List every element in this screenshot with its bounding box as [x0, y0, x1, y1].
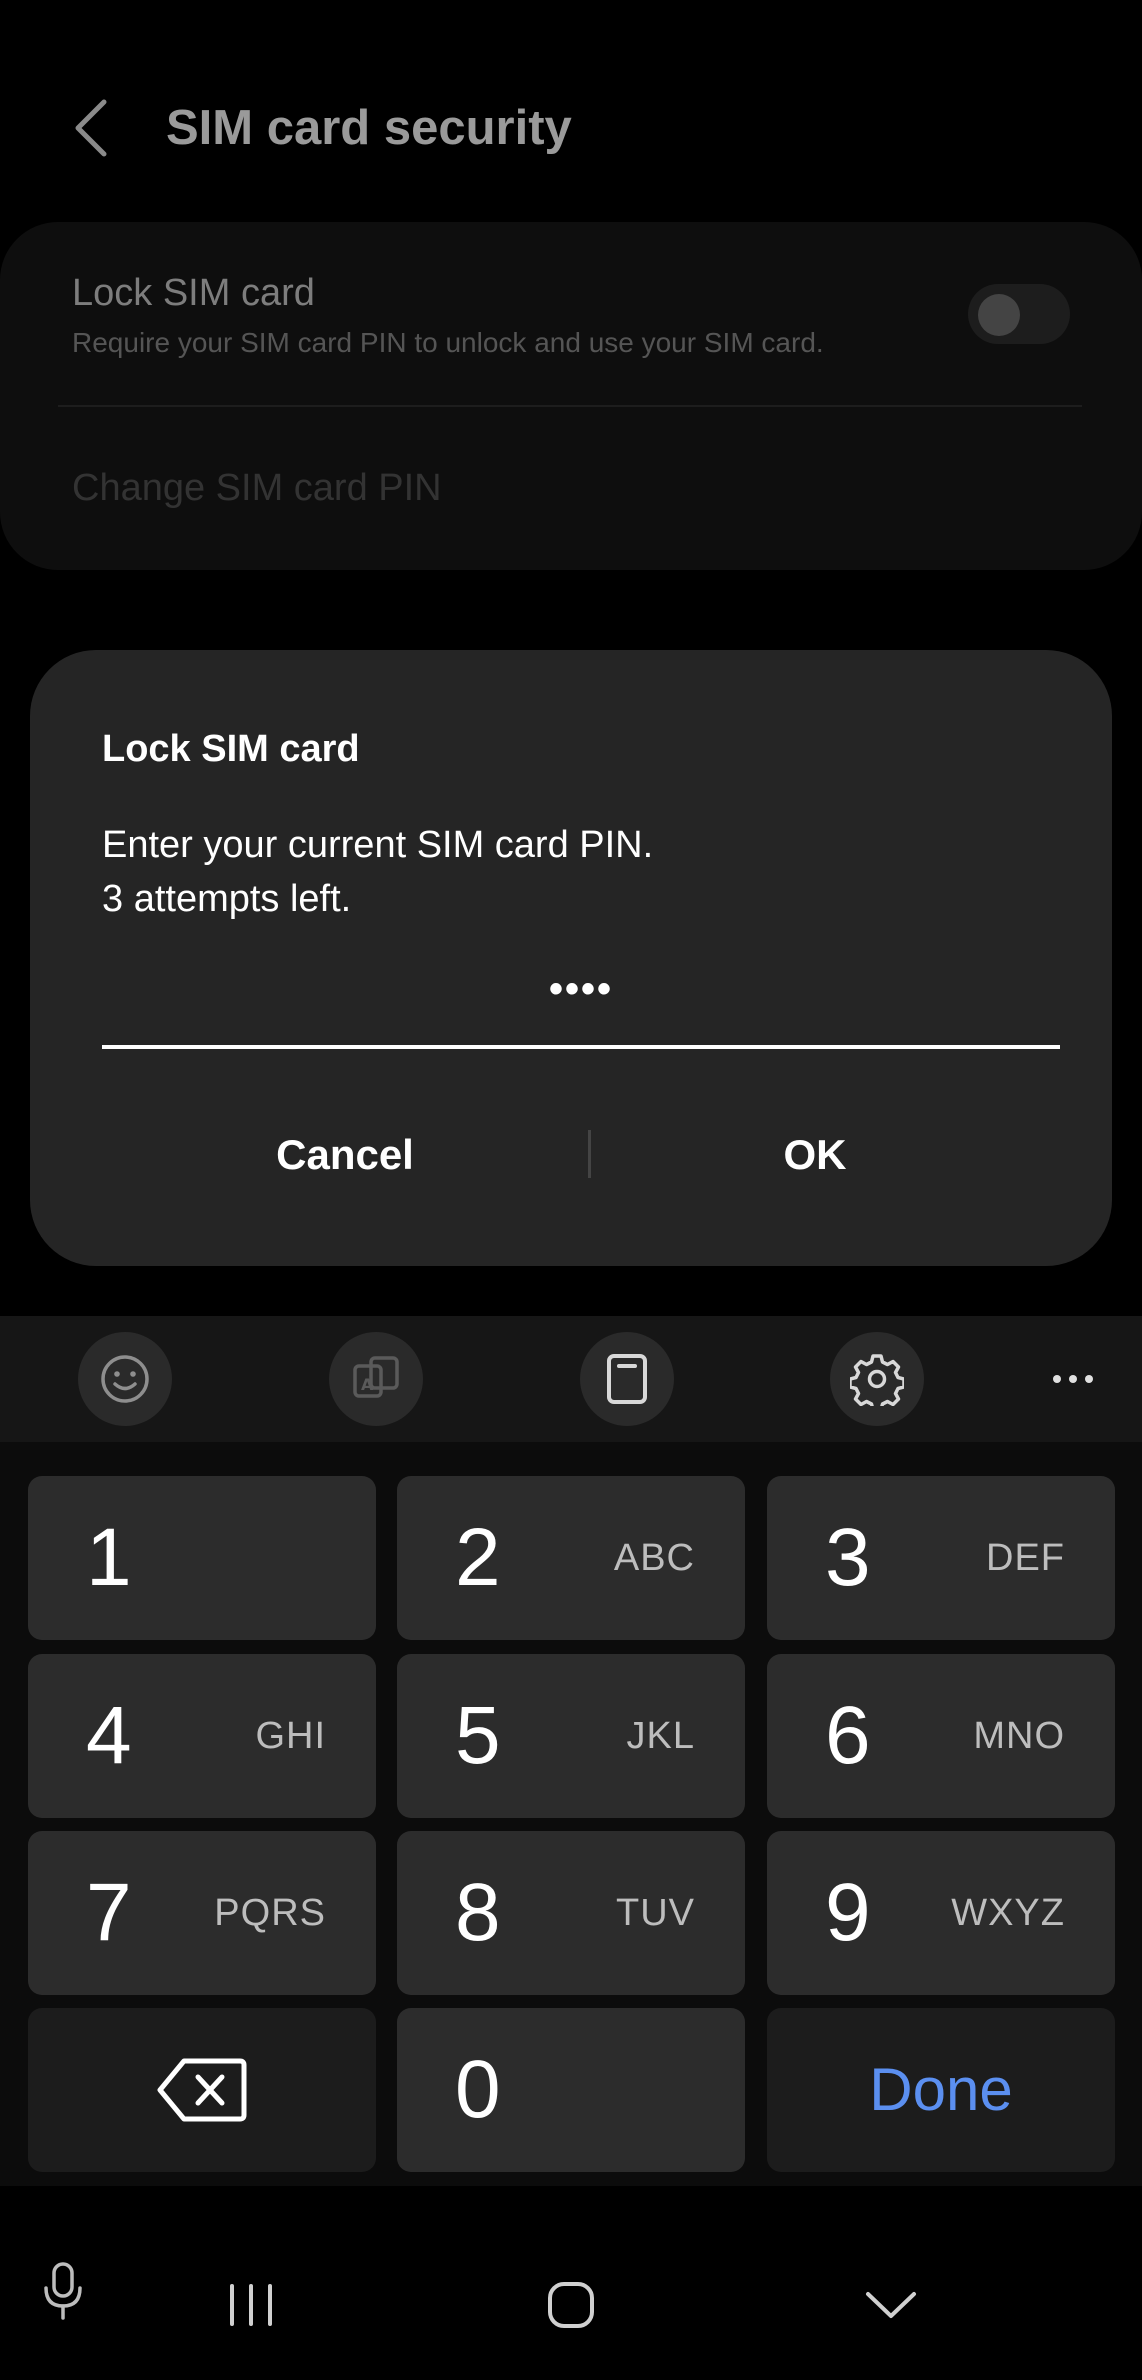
hide-keyboard-button[interactable]: [864, 2288, 918, 2327]
done-label: Done: [869, 2056, 1013, 2123]
key-letters: GHI: [255, 1715, 326, 1757]
recent-apps-button[interactable]: [226, 2282, 276, 2333]
key-letters: TUV: [616, 1892, 695, 1934]
back-button[interactable]: [70, 96, 114, 160]
key-number: 7: [86, 1867, 132, 1958]
key-5[interactable]: 5 JKL: [397, 1654, 745, 1818]
lock-sim-subtitle: Require your SIM card PIN to unlock and …: [72, 327, 824, 358]
keyboard-settings-button[interactable]: [830, 1332, 924, 1426]
emoji-button[interactable]: [78, 1332, 172, 1426]
ok-button[interactable]: OK: [590, 1120, 1040, 1190]
key-letters: JKL: [626, 1715, 695, 1757]
chevron-left-icon: [75, 99, 107, 157]
hide-keyboard-icon: [866, 2292, 916, 2318]
key-9[interactable]: 9 WXYZ: [767, 1831, 1115, 1995]
key-letters: ABC: [613, 1537, 695, 1579]
page-title: SIM card security: [166, 101, 572, 155]
dialog-title: Lock SIM card: [102, 728, 360, 770]
lock-sim-title: Lock SIM card: [72, 272, 315, 314]
key-0[interactable]: 0: [397, 2008, 745, 2172]
cancel-button[interactable]: Cancel: [100, 1120, 590, 1190]
key-3[interactable]: 3 DEF: [767, 1476, 1115, 1640]
voice-input-button[interactable]: [40, 2260, 86, 2327]
pin-input-value: ••••: [548, 967, 613, 1011]
key-number: 4: [86, 1690, 132, 1781]
key-number: 0: [455, 2044, 501, 2135]
key-number: 6: [825, 1690, 871, 1781]
key-number: 5: [455, 1690, 501, 1781]
key-number: 8: [455, 1867, 501, 1958]
key-6[interactable]: 6 MNO: [767, 1654, 1115, 1818]
key-8[interactable]: 8 TUV: [397, 1831, 745, 1995]
clipboard-button[interactable]: [580, 1332, 674, 1426]
key-number: 3: [825, 1512, 871, 1603]
backspace-icon: [157, 2058, 247, 2122]
more-options-button[interactable]: [1030, 1332, 1116, 1426]
divider: [58, 405, 1082, 407]
key-number: 9: [825, 1867, 871, 1958]
translate-icon: A: [353, 1356, 399, 1398]
more-icon: [1053, 1375, 1093, 1383]
home-button[interactable]: [546, 2280, 596, 2335]
svg-text:A: A: [361, 1375, 374, 1394]
key-number: 1: [86, 1512, 132, 1603]
key-1[interactable]: 1: [28, 1476, 376, 1640]
translate-button[interactable]: A: [329, 1332, 423, 1426]
home-icon: [548, 2282, 594, 2328]
key-2[interactable]: 2 ABC: [397, 1476, 745, 1640]
settings-gear-icon: [850, 1354, 904, 1406]
key-letters: DEF: [986, 1537, 1065, 1579]
lock-sim-toggle-knob: [978, 294, 1020, 336]
key-letters: WXYZ: [951, 1892, 1065, 1934]
key-7[interactable]: 7 PQRS: [28, 1831, 376, 1995]
key-letters: MNO: [973, 1715, 1065, 1757]
emoji-icon: [101, 1355, 149, 1403]
change-sim-pin-item[interactable]: Change SIM card PIN: [72, 465, 442, 511]
key-number: 2: [455, 1512, 501, 1603]
key-4[interactable]: 4 GHI: [28, 1654, 376, 1818]
microphone-icon: [44, 2262, 82, 2320]
backspace-key[interactable]: [28, 2008, 376, 2172]
key-letters: PQRS: [214, 1892, 326, 1934]
recent-apps-icon: [230, 2284, 272, 2326]
clipboard-icon: [607, 1354, 647, 1404]
done-key[interactable]: Done: [767, 2008, 1115, 2172]
dialog-message: Enter your current SIM card PIN. 3 attem…: [102, 824, 654, 920]
